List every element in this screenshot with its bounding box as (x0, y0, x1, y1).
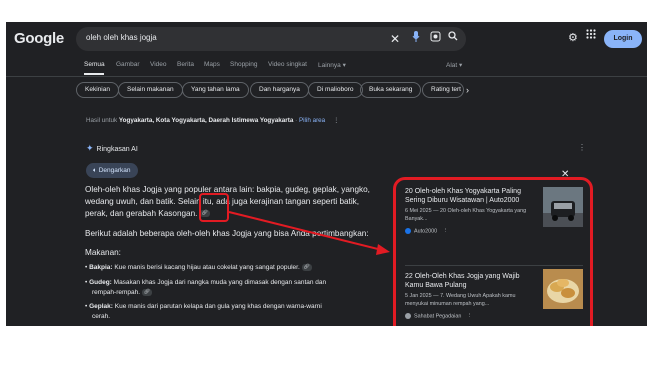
location-place: Yogyakarta, Kota Yogyakarta, Daerah Isti… (118, 117, 294, 124)
tools-button[interactable]: Alat ▾ (446, 61, 462, 69)
source-name: Auto2000 (414, 228, 438, 235)
ai-overview-title: Ringkasan AI (96, 146, 138, 153)
list-item: • Gudeg: Masakan khas Jogja dari nangka … (85, 279, 327, 286)
source-title[interactable]: 22 Oleh-Oleh Khas Jogja yang Wajib Kamu … (405, 272, 533, 290)
section-heading: Makanan: (85, 248, 121, 257)
citation-highlight-box (199, 193, 229, 222)
source-site: Sahabat Pegadaian ⋮ (405, 313, 583, 319)
apps-icon[interactable] (586, 29, 596, 42)
item-text: Kue manis dari parutan kelapa dan gula y… (112, 303, 322, 310)
item-text: Masakan khas Jogja dari nangka muda yang… (111, 279, 327, 286)
chip-malioboro[interactable]: Di malioboro (308, 82, 363, 98)
chip-kekinian[interactable]: Kekinian (76, 82, 119, 98)
source-snippet: 5 Jan 2025 — 7. Wedang Uwuh Apakah kamu … (405, 293, 516, 307)
more-options-icon[interactable]: ⋮ (333, 117, 339, 124)
listen-button[interactable]: 🔈︎ Dengarkan (86, 163, 138, 178)
list-item-cont: rempah-rempah. 🔗︎ (92, 288, 152, 298)
citation-link-icon[interactable]: 🔗︎ (141, 288, 152, 296)
list-item: • Geplak: Kue manis dari parutan kelapa … (85, 303, 322, 310)
more-options-icon[interactable]: ⋮ (467, 313, 472, 319)
list-item: • Bakpia: Kue manis berisi kacang hijau … (85, 263, 312, 271)
tab-shopping[interactable]: Shopping (230, 61, 257, 68)
food-thumbnail (543, 269, 583, 309)
location-separator: · (295, 117, 298, 124)
tab-berita[interactable]: Berita (177, 61, 194, 68)
item-name: Bakpia: (89, 264, 113, 271)
overview-para-2: Berikut adalah beberapa oleh-oleh khas J… (85, 229, 369, 238)
item-name: Gudeg: (89, 279, 112, 286)
source-snippet: 6 Mei 2025 — 20 Oleh-oleh Khas Yogyakart… (405, 208, 527, 222)
header-divider (6, 76, 647, 77)
item-text: Kue manis berisi kacang hijau atau cokel… (112, 264, 300, 271)
speaker-icon: 🔈︎ (93, 167, 97, 174)
site-favicon-icon (405, 313, 411, 319)
search-bar[interactable]: oleh oleh khas jogja ✕ (76, 27, 466, 51)
location-notice: Hasil untuk Yogyakarta, Kota Yogyakarta,… (86, 117, 339, 124)
ai-overview-menu-icon[interactable]: ⋮ (578, 143, 586, 152)
source-card[interactable]: 22 Oleh-Oleh Khas Jogja yang Wajib Kamu … (405, 269, 583, 319)
choose-area-link[interactable]: Pilih area (299, 117, 325, 124)
source-site: Auto2000 ⋮ (405, 228, 583, 234)
login-button[interactable]: Login (604, 30, 642, 48)
close-icon[interactable]: ✕ (390, 31, 400, 47)
gear-icon[interactable]: ⚙ (568, 31, 578, 44)
item-text: cerah. (92, 313, 111, 320)
lens-icon[interactable] (430, 31, 441, 48)
listen-label: Dengarkan (98, 167, 131, 174)
item-name: Geplak: (89, 303, 113, 310)
chip-harganya[interactable]: Dan harganya (250, 82, 309, 98)
car-thumbnail (543, 187, 583, 227)
tab-video-singkat[interactable]: Video singkat (268, 61, 307, 68)
chip-buka-sekarang[interactable]: Buka sekarang (360, 82, 422, 98)
tab-gambar[interactable]: Gambar (116, 61, 139, 68)
mic-icon[interactable] (412, 31, 420, 48)
location-prefix: Hasil untuk (86, 117, 118, 124)
sparkle-icon: ✦ (86, 143, 94, 153)
overview-line-3: perak, dan gerabah Kasongan. 🔗︎ (85, 208, 210, 220)
google-logo[interactable]: Google (14, 30, 64, 47)
source-name: Sahabat Pegadaian (414, 313, 462, 320)
screenshot: Google oleh oleh khas jogja ✕ ⚙ Login Se… (6, 22, 647, 326)
overview-line-3-text: perak, dan gerabah Kasongan. (85, 209, 198, 218)
search-icon[interactable] (448, 31, 458, 47)
tab-maps[interactable]: Maps (204, 61, 220, 68)
source-card[interactable]: 20 Oleh-oleh Khas Yogyakarta Paling Seri… (405, 187, 583, 234)
chip-rating[interactable]: Rating tert (422, 82, 464, 98)
card-divider (405, 265, 583, 266)
ai-overview-header: ✦ Ringkasan AI (86, 143, 138, 154)
tab-semua[interactable]: Semua (84, 61, 105, 68)
chevron-right-icon[interactable]: › (466, 85, 469, 95)
item-text: rempah-rempah. (92, 289, 141, 296)
sources-panel: 20 Oleh-oleh Khas Yogyakarta Paling Seri… (393, 177, 593, 326)
chip-tahan-lama[interactable]: Yang tahan lama (182, 82, 249, 98)
more-options-icon[interactable]: ⋮ (443, 228, 448, 234)
chip-selain-makanan[interactable]: Selain makanan (118, 82, 183, 98)
list-item-cont: cerah. (92, 312, 110, 322)
search-input[interactable]: oleh oleh khas jogja (86, 33, 157, 42)
tab-video[interactable]: Video (150, 61, 167, 68)
source-title[interactable]: 20 Oleh-oleh Khas Yogyakarta Paling Seri… (405, 187, 533, 205)
tab-lainnya[interactable]: Lainnya ▾ (318, 61, 346, 69)
site-favicon-icon (405, 228, 411, 234)
active-tab-indicator (84, 73, 104, 75)
citation-link-icon[interactable]: 🔗︎ (301, 263, 312, 271)
